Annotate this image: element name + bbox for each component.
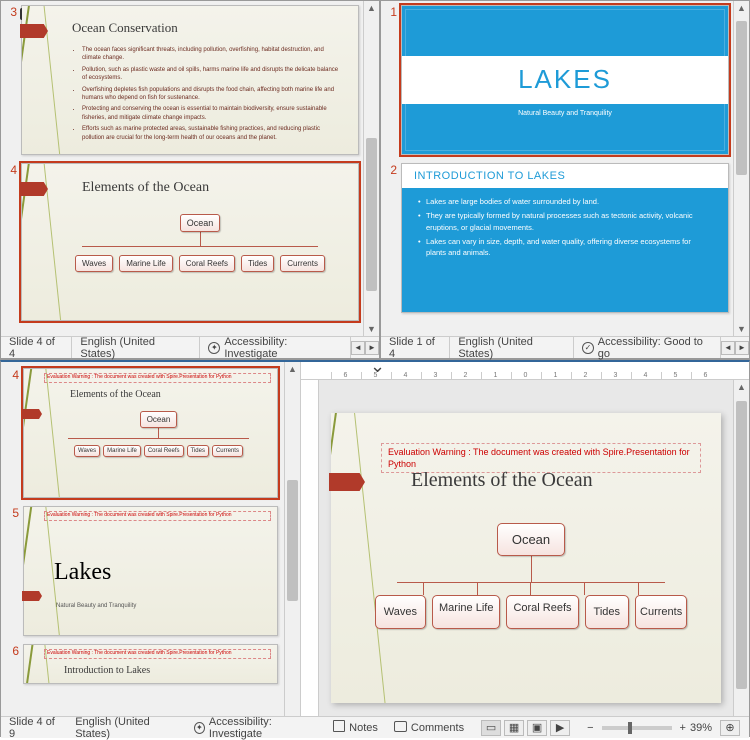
slide-number: 5 (7, 506, 23, 636)
vertical-scrollbar[interactable]: ▲ ▼ (733, 1, 749, 336)
scroll-up-icon[interactable]: ▲ (286, 362, 299, 376)
zoom-out-button[interactable]: − (587, 722, 593, 734)
slide-number: 1 (385, 5, 401, 155)
evaluation-warning: Evaluation Warning : The document was cr… (44, 649, 271, 659)
slide-bullets: The ocean faces significant threats, inc… (82, 46, 344, 142)
zoom-level[interactable]: 39% (690, 722, 712, 734)
accessibility-icon: ✓ (582, 342, 593, 354)
status-bar: Slide 4 of 4 English (United States) ✦Ac… (1, 336, 379, 358)
language-selector[interactable]: English (United States) (67, 717, 186, 738)
zoom-in-button[interactable]: + (680, 722, 686, 734)
scroll-up-icon[interactable]: ▲ (735, 380, 748, 394)
org-chart: Ocean Waves Marine Life Coral Reefs Tide… (62, 214, 338, 272)
org-child[interactable]: Waves (375, 595, 426, 629)
scroll-down-icon[interactable]: ▼ (735, 322, 748, 336)
org-child[interactable]: Currents (635, 595, 687, 629)
thumbnail-slide-3[interactable]: 3 Ocean Conservation The ocean faces sig… (5, 5, 359, 155)
slide-title[interactable]: Elements of the Ocean (411, 469, 593, 492)
horizontal-scroll[interactable]: ◄► (351, 341, 379, 355)
subtitle: Natural Beauty and Tranquility (56, 603, 136, 609)
org-child[interactable]: Tides (585, 595, 630, 629)
slide-number: 6 (7, 644, 23, 684)
scroll-up-icon[interactable]: ▲ (365, 1, 378, 15)
scroll-up-icon[interactable]: ▲ (735, 1, 748, 15)
accessibility-status[interactable]: ✓Accessibility: Good to go (574, 337, 721, 358)
vertical-scrollbar[interactable]: ▲ ▼ (363, 1, 379, 336)
slide-number: 4 (5, 163, 21, 321)
fit-to-window-button[interactable]: ⊕ (720, 720, 740, 736)
reading-view-button[interactable]: ▣ (527, 720, 547, 736)
slide-sorter-button[interactable]: ▦ (504, 720, 524, 736)
notes-icon (333, 720, 345, 735)
ribbon-decoration-icon (22, 409, 42, 419)
slide-counter[interactable]: Slide 4 of 4 (1, 337, 72, 358)
evaluation-warning: Evaluation Warning : The document was cr… (44, 511, 271, 521)
slide-title: Introduction to Lakes (64, 665, 150, 676)
vertical-ruler (301, 380, 319, 736)
ribbon-decoration-icon (20, 182, 48, 196)
horizontal-scroll[interactable]: ◄► (721, 341, 749, 355)
scroll-down-icon[interactable]: ▼ (365, 322, 378, 336)
slide-title: INTRODUCTION TO LAKES (402, 164, 728, 188)
org-chart: Ocean Waves Marine Life Coral Reefs Tide… (54, 411, 263, 457)
normal-view-button[interactable]: ▭ (481, 720, 501, 736)
comments-icon (394, 721, 407, 735)
slide-title: Ocean Conservation (72, 20, 178, 36)
accessibility-status[interactable]: ✦Accessibility: Investigate (200, 337, 351, 358)
comments-button[interactable]: Comments (386, 717, 472, 738)
horizontal-ruler: 6543210123456 (301, 362, 749, 380)
slide-title: Lakes (54, 559, 111, 586)
org-root[interactable]: Ocean (497, 523, 565, 556)
language-selector[interactable]: English (United States) (72, 337, 200, 358)
accessibility-status[interactable]: ✦Accessibility: Investigate (186, 717, 325, 738)
slide-title: Elements of the Ocean (70, 389, 161, 400)
vertical-scrollbar[interactable]: ▲ ▼ (284, 362, 300, 736)
accessibility-icon: ✦ (194, 722, 205, 734)
org-chart[interactable]: Ocean Waves Marine Life Coral Reefs Tide… (371, 523, 691, 629)
vertical-scrollbar[interactable]: ▲ ▼ (733, 380, 749, 736)
slide-number: 2 (385, 163, 401, 313)
ribbon-decoration-icon (20, 24, 48, 38)
thumbnail-slide-5[interactable]: 5 Evaluation Warning : The document was … (7, 506, 278, 636)
current-slide[interactable]: Evaluation Warning : The document was cr… (331, 413, 721, 703)
slide-bullets: Lakes are large bodies of water surround… (402, 188, 728, 269)
slideshow-button[interactable]: ▶ (550, 720, 570, 736)
thumbnail-slide-6[interactable]: 6 Evaluation Warning : The document was … (7, 644, 278, 684)
thumbnail-slide-4[interactable]: 4 Evaluation Warning : The document was … (7, 368, 278, 498)
slide-editor[interactable]: Evaluation Warning : The document was cr… (319, 380, 733, 736)
zoom-slider[interactable] (602, 726, 672, 730)
slide-number: 4 (7, 368, 23, 498)
evaluation-warning: Evaluation Warning : The document was cr… (44, 373, 271, 383)
org-child[interactable]: Marine Life (432, 595, 500, 629)
status-bar: Slide 4 of 9 English (United States) ✦Ac… (1, 716, 749, 738)
merge-arrow-icon: ⌄ (370, 356, 385, 377)
thumbnail-slide-1[interactable]: 1 LAKES Natural Beauty and Tranquility (385, 5, 729, 155)
accessibility-icon: ✦ (208, 342, 220, 354)
language-selector[interactable]: English (United States) (450, 337, 574, 358)
slide-title: Elements of the Ocean (82, 180, 209, 196)
title-band: LAKES (402, 56, 728, 103)
slide-number: 3 (5, 5, 21, 155)
thumbnail-slide-2[interactable]: 2 INTRODUCTION TO LAKES Lakes are large … (385, 163, 729, 313)
status-bar: Slide 1 of 4 English (United States) ✓Ac… (381, 336, 749, 358)
notes-button[interactable]: Notes (325, 717, 386, 738)
slide-counter[interactable]: Slide 1 of 4 (381, 337, 450, 358)
zoom-control[interactable]: − + 39% ⊕ (579, 717, 749, 738)
thumbnail-slide-4[interactable]: 4 Elements of the Ocean Ocean Waves Mari… (5, 163, 359, 321)
slide-counter[interactable]: Slide 4 of 9 (1, 717, 67, 738)
ribbon-decoration-icon (22, 591, 42, 601)
org-child[interactable]: Coral Reefs (506, 595, 578, 629)
ribbon-decoration-icon (329, 473, 365, 491)
subtitle: Natural Beauty and Tranquility (402, 110, 728, 117)
